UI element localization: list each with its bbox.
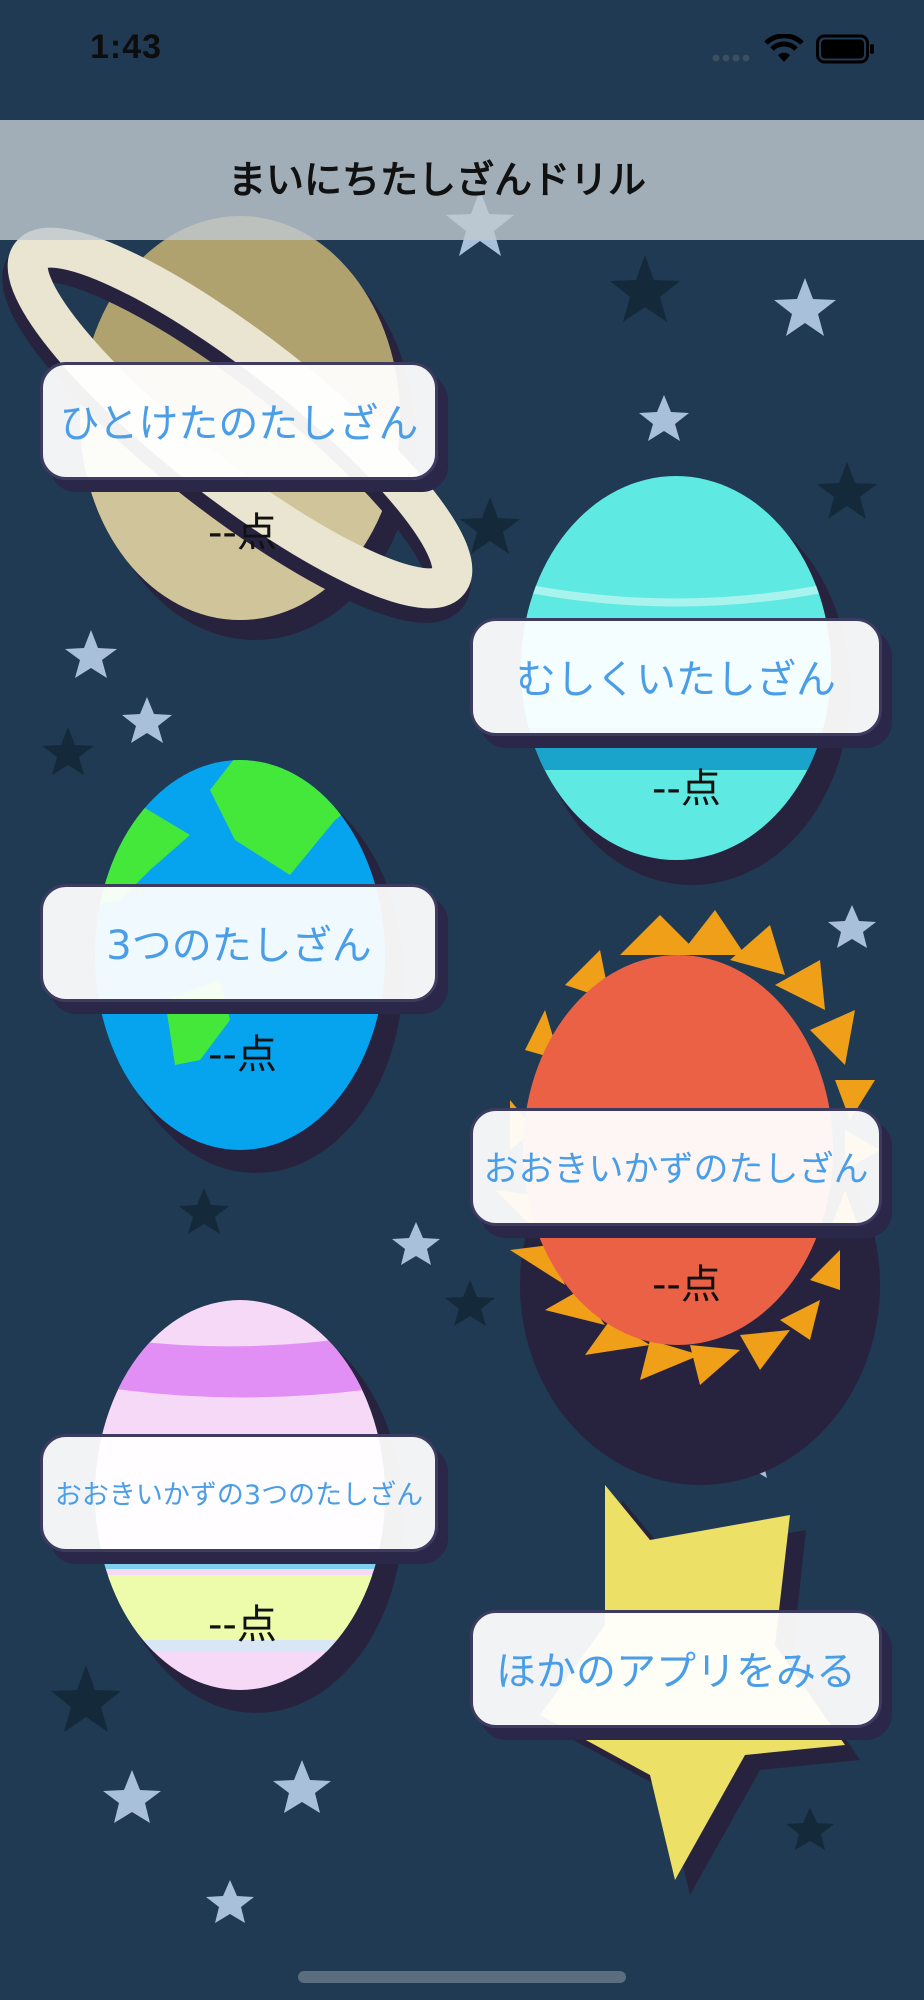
score-single-digit: --点: [208, 510, 277, 556]
home-indicator: [298, 1971, 626, 1983]
page-title: まいにちたしざんドリル: [227, 158, 646, 202]
navigation-bar: まいにちたしざんドリル: [0, 120, 924, 240]
fill-in-blank-addition-button[interactable]: むしくいたしざん: [470, 618, 882, 736]
button-label: おおきいかずの3つのたしざん: [54, 1480, 424, 1511]
score-large-number: --点: [652, 1262, 721, 1308]
single-digit-addition-button[interactable]: ひとけたのたしざん: [40, 362, 438, 480]
large-number-addition-button[interactable]: おおきいかずのたしざん: [470, 1108, 882, 1226]
three-number-addition-button[interactable]: 3つのたしざん: [40, 884, 438, 1002]
see-other-apps-button[interactable]: ほかのアプリをみる: [470, 1610, 882, 1728]
button-label: むしくいたしざん: [516, 657, 836, 703]
button-label: ひとけたのたしざん: [59, 401, 419, 447]
large-number-three-addition-button[interactable]: おおきいかずの3つのたしざん: [40, 1434, 438, 1552]
score-three-number: --点: [208, 1032, 277, 1078]
score-fill-in-blank: --点: [652, 766, 721, 812]
button-label: 3つのたしざん: [106, 923, 372, 969]
button-label: おおきいかずのたしざん: [483, 1150, 869, 1190]
button-label: ほかのアプリをみる: [496, 1649, 856, 1695]
score-large-number-three: --点: [208, 1602, 277, 1648]
